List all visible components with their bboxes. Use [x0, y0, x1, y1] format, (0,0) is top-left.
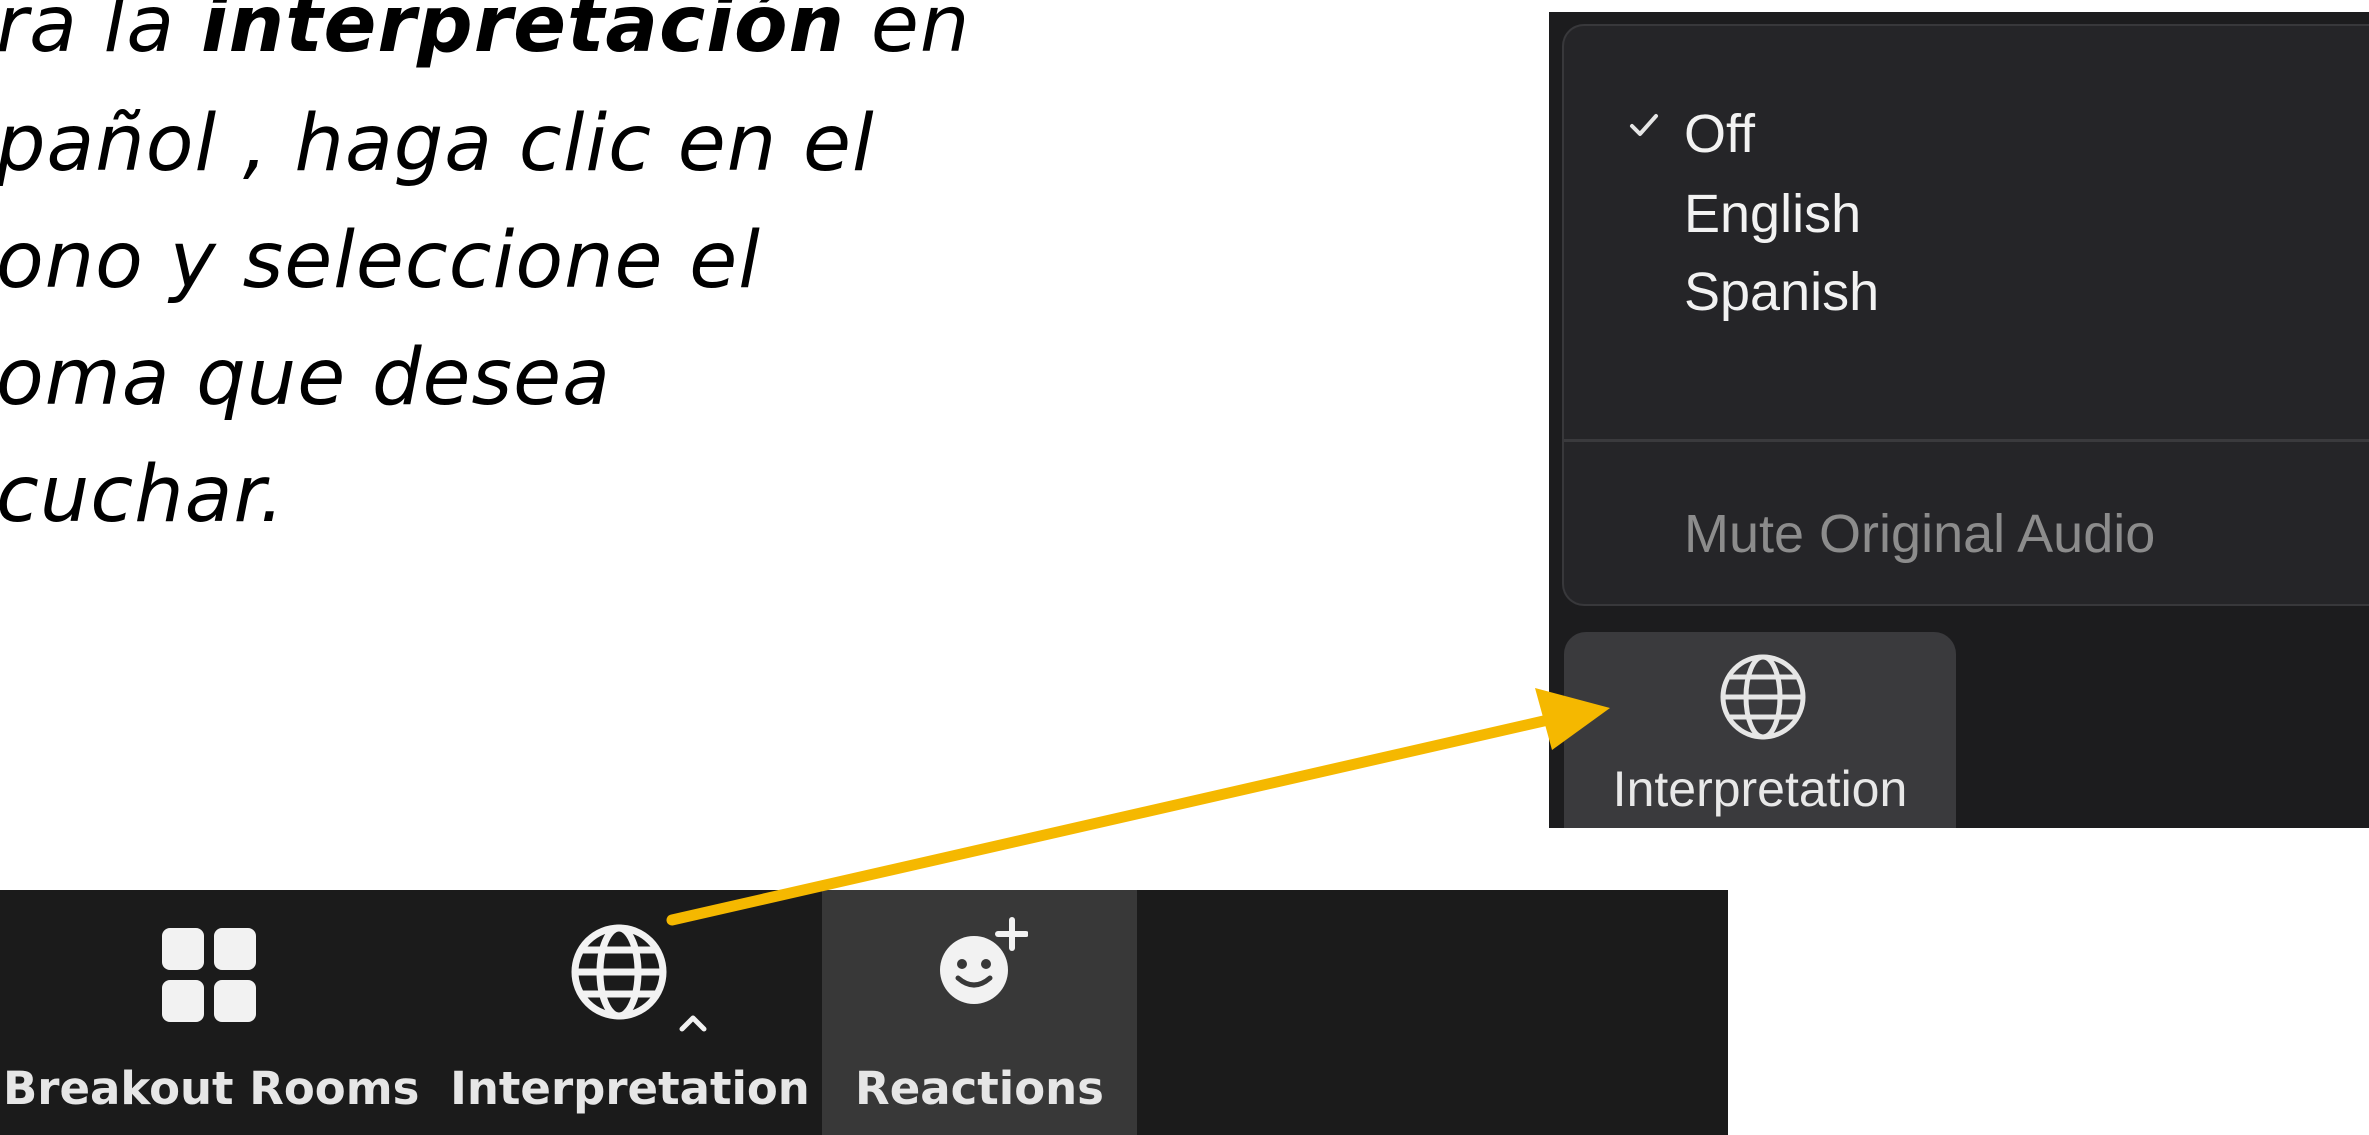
arrow-shaft: [666, 714, 1554, 926]
pointer-arrow: [666, 688, 1610, 926]
arrowhead: [1535, 688, 1610, 750]
